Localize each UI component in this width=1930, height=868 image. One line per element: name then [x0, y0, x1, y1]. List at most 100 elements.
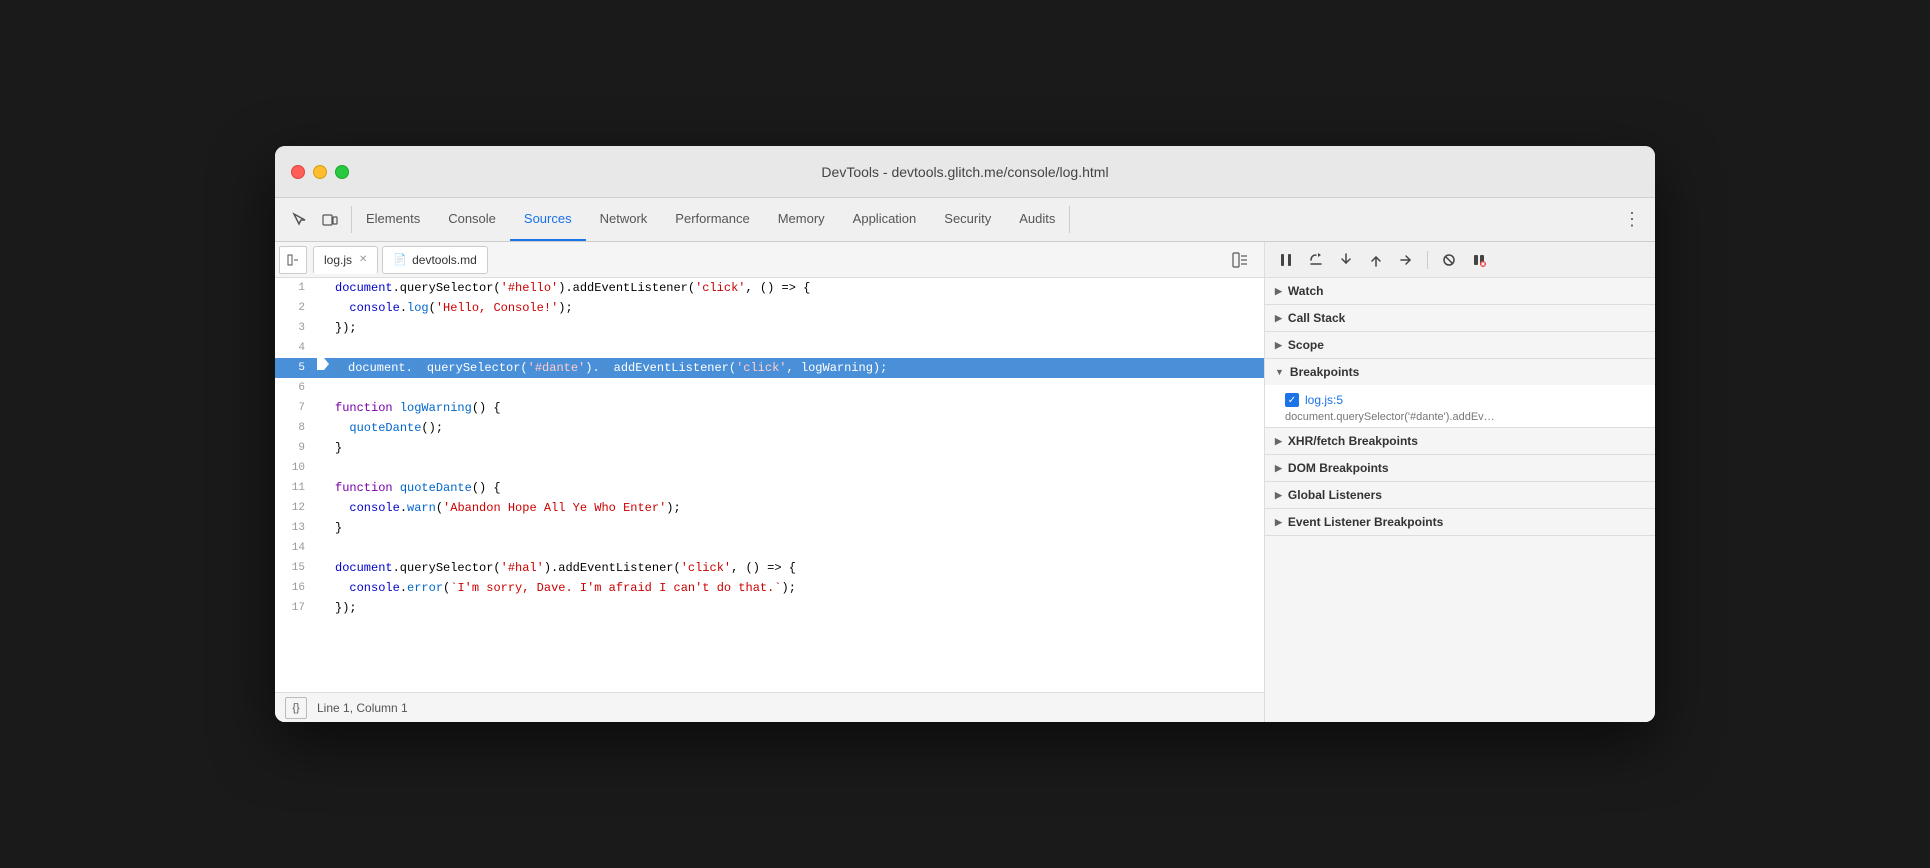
pause-resume-button[interactable]: [1273, 247, 1299, 273]
toolbar-divider: [1427, 251, 1428, 269]
event-listener-chevron: ▶: [1275, 517, 1282, 528]
tab-elements[interactable]: Elements: [352, 198, 434, 241]
tab-separator-right: [1069, 206, 1070, 233]
scope-chevron: ▶: [1275, 340, 1282, 351]
breakpoints-label: Breakpoints: [1290, 365, 1359, 379]
code-line-15: 15 document.querySelector('#hal').addEve…: [275, 558, 1264, 578]
dom-breakpoints-label: DOM Breakpoints: [1288, 461, 1389, 475]
breakpoint-location: log.js:5: [1305, 393, 1343, 407]
format-icon[interactable]: [1228, 248, 1252, 272]
code-area: 1 document.querySelector('#hello').addEv…: [275, 278, 1264, 692]
event-listener-label: Event Listener Breakpoints: [1288, 515, 1443, 529]
inspect-icon[interactable]: [287, 207, 313, 233]
devtools-window: DevTools - devtools.glitch.me/console/lo…: [275, 146, 1655, 722]
breakpoint-item[interactable]: log.js:5: [1265, 389, 1655, 411]
device-toolbar-icon[interactable]: [317, 207, 343, 233]
code-line-5: 5 document.querySelector('#dante').addEv…: [275, 358, 1264, 378]
breakpoint-checkbox[interactable]: [1285, 393, 1299, 407]
call-stack-header[interactable]: ▶ Call Stack: [1265, 305, 1655, 331]
watch-chevron: ▶: [1275, 286, 1282, 297]
watch-section: ▶ Watch: [1265, 278, 1655, 305]
tab-memory[interactable]: Memory: [764, 198, 839, 241]
tab-security[interactable]: Security: [930, 198, 1005, 241]
maximize-button[interactable]: [335, 165, 349, 179]
file-tab-devtools-md[interactable]: 📄 devtools.md: [382, 246, 487, 274]
global-listeners-section: ▶ Global Listeners: [1265, 482, 1655, 509]
code-line-11: 11 function quoteDante() {: [275, 478, 1264, 498]
code-line-17: 17 });: [275, 598, 1264, 618]
dom-breakpoints-header[interactable]: ▶ DOM Breakpoints: [1265, 455, 1655, 481]
code-line-16: 16 console.error(`I'm sorry, Dave. I'm a…: [275, 578, 1264, 598]
scope-section: ▶ Scope: [1265, 332, 1655, 359]
call-stack-section: ▶ Call Stack: [1265, 305, 1655, 332]
event-listener-section: ▶ Event Listener Breakpoints: [1265, 509, 1655, 536]
call-stack-label: Call Stack: [1288, 311, 1345, 325]
close-log-js-icon[interactable]: ✕: [359, 254, 367, 265]
tab-audits[interactable]: Audits: [1005, 198, 1069, 241]
watch-header[interactable]: ▶ Watch: [1265, 278, 1655, 304]
xhr-section: ▶ XHR/fetch Breakpoints: [1265, 428, 1655, 455]
tab-console[interactable]: Console: [434, 198, 510, 241]
close-button[interactable]: [291, 165, 305, 179]
tab-performance[interactable]: Performance: [661, 198, 763, 241]
titlebar: DevTools - devtools.glitch.me/console/lo…: [275, 146, 1655, 198]
xhr-header[interactable]: ▶ XHR/fetch Breakpoints: [1265, 428, 1655, 454]
file-tab-right-icons: [1220, 248, 1260, 272]
file-tab-log-js-label: log.js: [324, 253, 352, 267]
tab-application[interactable]: Application: [839, 198, 931, 241]
step-button[interactable]: [1393, 247, 1419, 273]
code-line-1: 1 document.querySelector('#hello').addEv…: [275, 278, 1264, 298]
xhr-chevron: ▶: [1275, 436, 1282, 447]
window-title: DevTools - devtools.glitch.me/console/lo…: [821, 164, 1108, 180]
code-line-12: 12 console.warn('Abandon Hope All Ye Who…: [275, 498, 1264, 518]
code-line-3: 3 });: [275, 318, 1264, 338]
breakpoint-code: document.querySelector('#dante').addEv…: [1265, 411, 1655, 423]
code-editor-panel: log.js ✕ 📄 devtools.md: [275, 242, 1265, 722]
code-line-4: 4: [275, 338, 1264, 358]
file-tab-log-js[interactable]: log.js ✕: [313, 246, 378, 274]
call-stack-chevron: ▶: [1275, 313, 1282, 324]
tab-network[interactable]: Network: [586, 198, 662, 241]
pretty-print-icon[interactable]: {}: [285, 697, 307, 719]
global-listeners-chevron: ▶: [1275, 490, 1282, 501]
code-line-9: 9 }: [275, 438, 1264, 458]
dom-breakpoints-section: ▶ DOM Breakpoints: [1265, 455, 1655, 482]
expand-sources-icon[interactable]: [279, 246, 307, 274]
breakpoints-body: log.js:5 document.querySelector('#dante'…: [1265, 385, 1655, 427]
file-tabs-bar: log.js ✕ 📄 devtools.md: [275, 242, 1264, 278]
code-line-6: 6: [275, 378, 1264, 398]
pause-on-exceptions-button[interactable]: [1466, 247, 1492, 273]
breakpoints-section: ▼ Breakpoints log.js:5 document.querySel…: [1265, 359, 1655, 428]
step-over-button[interactable]: [1303, 247, 1329, 273]
global-listeners-label: Global Listeners: [1288, 488, 1382, 502]
file-tab-devtools-md-label: devtools.md: [412, 253, 477, 267]
more-tabs-button[interactable]: ⋮: [1613, 198, 1651, 241]
scope-label: Scope: [1288, 338, 1324, 352]
code-line-7: 7 function logWarning() {: [275, 398, 1264, 418]
xhr-label: XHR/fetch Breakpoints: [1288, 434, 1418, 448]
deactivate-breakpoints-button[interactable]: [1436, 247, 1462, 273]
code-line-13: 13 }: [275, 518, 1264, 538]
watch-label: Watch: [1288, 284, 1324, 298]
step-out-button[interactable]: [1363, 247, 1389, 273]
breakpoints-chevron: ▼: [1275, 367, 1284, 377]
debug-toolbar: [1265, 242, 1655, 278]
global-listeners-header[interactable]: ▶ Global Listeners: [1265, 482, 1655, 508]
step-into-button[interactable]: [1333, 247, 1359, 273]
code-line-10: 10: [275, 458, 1264, 478]
code-line-14: 14: [275, 538, 1264, 558]
event-listener-header[interactable]: ▶ Event Listener Breakpoints: [1265, 509, 1655, 535]
file-icon: 📄: [393, 253, 407, 266]
code-line-8: 8 quoteDante();: [275, 418, 1264, 438]
dom-breakpoints-chevron: ▶: [1275, 463, 1282, 474]
status-bar: {} Line 1, Column 1: [275, 692, 1264, 722]
scope-header[interactable]: ▶ Scope: [1265, 332, 1655, 358]
debugger-panel: ▶ Watch ▶ Call Stack ▶ Scope: [1265, 242, 1655, 722]
tab-icon-group: [279, 198, 351, 241]
tabs-bar: Elements Console Sources Network Perform…: [275, 198, 1655, 242]
minimize-button[interactable]: [313, 165, 327, 179]
code-line-2: 2 console.log('Hello, Console!');: [275, 298, 1264, 318]
tab-sources[interactable]: Sources: [510, 198, 586, 241]
breakpoints-header[interactable]: ▼ Breakpoints: [1265, 359, 1655, 385]
cursor-position: Line 1, Column 1: [317, 701, 408, 715]
